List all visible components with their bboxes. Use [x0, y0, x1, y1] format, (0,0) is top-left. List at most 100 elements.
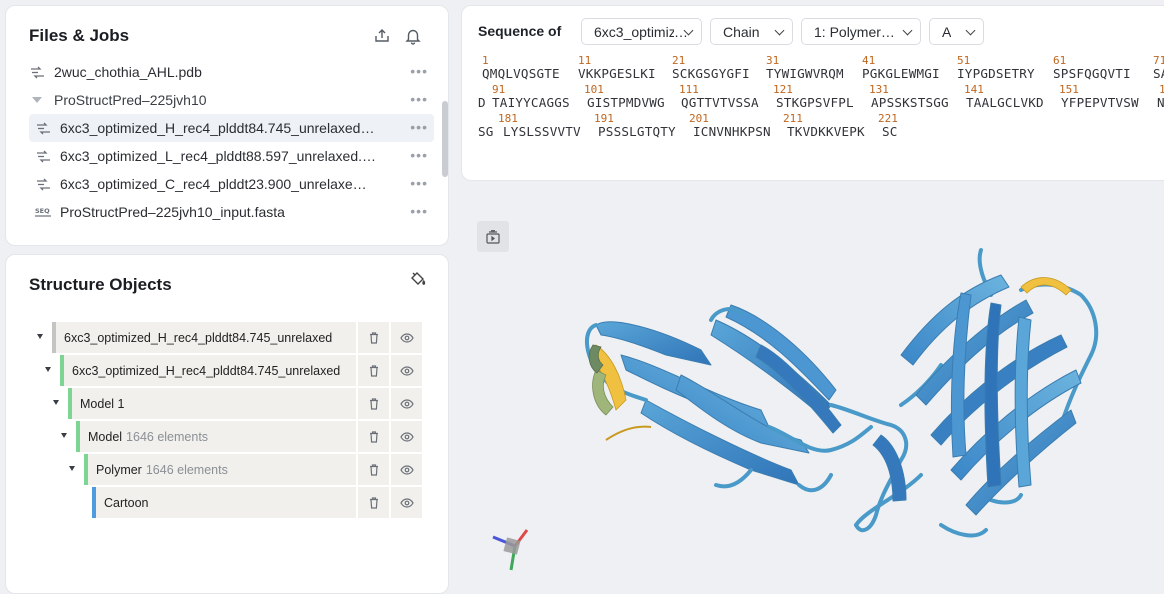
- node-element-count: 1646 elements: [126, 429, 209, 444]
- node-label: Polymer: [96, 462, 142, 477]
- tree-node[interactable]: Cartoon: [92, 487, 356, 518]
- residue-group[interactable]: VKKPGESLKI: [578, 66, 656, 81]
- residue-group[interactable]: PGKGLEWMGI: [862, 66, 940, 81]
- file-item[interactable]: 2wuc_chothia_AHL.pdb •••: [29, 58, 434, 86]
- job-folder[interactable]: ProStructPred–225jvh10 •••: [29, 86, 434, 114]
- residue-group[interactable]: SCKGSGYGFI: [672, 66, 750, 81]
- residue-group[interactable]: PSSSLGTQTY: [598, 124, 676, 139]
- delete-icon[interactable]: [358, 454, 389, 485]
- node-label: Cartoon: [104, 495, 149, 510]
- files-jobs-panel: Files & Jobs 2wuc_chothia_AHL.pdb ••• Pr…: [5, 5, 449, 246]
- caret-down-icon[interactable]: [69, 466, 75, 471]
- eye-icon[interactable]: [391, 388, 422, 419]
- eye-icon[interactable]: [391, 487, 422, 518]
- residue-group[interactable]: TKVDKKVEPK: [787, 124, 865, 139]
- residue-group[interactable]: SPSFQGQVTI: [1053, 66, 1131, 81]
- structure-tree: 6xc3_optimized_H_rec4_plddt84.745_unrela…: [32, 321, 422, 519]
- node-label: Model 1: [80, 396, 125, 411]
- chevron-down-icon: [774, 25, 785, 36]
- node-label: 6xc3_optimized_H_rec4_plddt84.745_unrela…: [64, 330, 333, 345]
- eye-icon[interactable]: [391, 421, 422, 452]
- upload-icon[interactable]: [373, 27, 391, 45]
- eye-icon[interactable]: [391, 454, 422, 485]
- delete-icon[interactable]: [358, 388, 389, 419]
- protein-cartoon-render: [492, 248, 1099, 571]
- eye-icon[interactable]: [391, 355, 422, 386]
- caret-down-icon[interactable]: [61, 433, 67, 438]
- caret-down-icon[interactable]: [37, 334, 43, 339]
- delete-icon[interactable]: [358, 487, 389, 518]
- residue-group[interactable]: TYWIGWVRQM: [766, 66, 844, 81]
- file-list: 2wuc_chothia_AHL.pdb ••• ProStructPred–2…: [29, 58, 434, 226]
- tree-node[interactable]: Polymer 1646 elements: [84, 454, 356, 485]
- caret-down-icon[interactable]: [32, 97, 42, 103]
- node-element-count: 1646 elements: [145, 462, 228, 477]
- structure-select[interactable]: 6xc3_optimized_H_rec4_plddt84.745_unrela…: [581, 18, 702, 45]
- residue-group[interactable]: SG: [478, 124, 494, 139]
- caret-down-icon[interactable]: [45, 367, 51, 372]
- paint-bucket-icon[interactable]: [408, 271, 426, 289]
- delete-icon[interactable]: [358, 421, 389, 452]
- right-domain: [872, 274, 1082, 516]
- delete-icon[interactable]: [358, 322, 389, 353]
- tree-node[interactable]: 6xc3_optimized_H_rec4_plddt84.745_unrela…: [52, 322, 356, 353]
- residue-group[interactable]: QGTTVTVSSA: [681, 95, 759, 110]
- caret-down-icon[interactable]: [53, 400, 59, 405]
- more-options-icon[interactable]: •••: [410, 148, 428, 162]
- entity-select[interactable]: 1: Polymer…: [801, 18, 921, 45]
- tree-node-row[interactable]: Cartoon: [32, 486, 422, 519]
- file-item[interactable]: 6xc3_optimized_H_rec4_plddt84.745_unrela…: [29, 114, 434, 142]
- delete-icon[interactable]: [358, 355, 389, 386]
- structure-icon: [35, 120, 51, 136]
- residue-group[interactable]: SA: [1153, 66, 1164, 81]
- seq-icon: SEQ: [35, 204, 51, 220]
- eye-icon[interactable]: [391, 322, 422, 353]
- residue-group[interactable]: TAIYYCAGGS: [492, 95, 570, 110]
- more-options-icon[interactable]: •••: [410, 92, 428, 106]
- residue-group[interactable]: IYPGDSETRY: [957, 66, 1035, 81]
- residue-group[interactable]: ICNVNHKPSN: [693, 124, 771, 139]
- tree-node-row[interactable]: Model 1: [32, 387, 422, 420]
- structure-3d-viewport[interactable]: [461, 195, 1164, 587]
- structure-panel-title: Structure Objects: [29, 275, 172, 294]
- tree-node-row[interactable]: Model 1646 elements: [32, 420, 422, 453]
- residue-group[interactable]: LYSLSSVVTV: [503, 124, 581, 139]
- file-item[interactable]: SEQ ProStructPred–225jvh10_input.fasta •…: [29, 198, 434, 226]
- more-options-icon[interactable]: •••: [410, 176, 428, 190]
- residue-group[interactable]: QMQLVQSGTE: [482, 66, 560, 81]
- residue-group[interactable]: STKGPSVFPL: [776, 95, 854, 110]
- file-name: 6xc3_optimized_C_rec4_plddt23.900_unrela…: [60, 176, 370, 192]
- file-name: 6xc3_optimized_H_rec4_plddt84.745_unrela…: [60, 120, 376, 136]
- residue-group[interactable]: N: [1157, 95, 1164, 110]
- more-options-icon[interactable]: •••: [410, 120, 428, 134]
- notification-bell-icon[interactable]: [404, 27, 422, 45]
- structure-icon: [35, 176, 51, 192]
- residue-group[interactable]: TAALGCLVKD: [966, 95, 1044, 110]
- chevron-down-icon: [965, 25, 976, 36]
- residue-group[interactable]: D: [478, 95, 486, 110]
- tree-node[interactable]: Model 1646 elements: [76, 421, 356, 452]
- sequence-label: Sequence of: [478, 23, 562, 39]
- residue-group[interactable]: SC: [882, 124, 898, 139]
- tree-node[interactable]: Model 1: [68, 388, 356, 419]
- svg-text:SEQ: SEQ: [35, 207, 50, 215]
- tree-node-row[interactable]: 6xc3_optimized_H_rec4_plddt84.745_unrela…: [32, 354, 422, 387]
- more-options-icon[interactable]: •••: [410, 64, 428, 78]
- job-name: ProStructPred–225jvh10: [54, 92, 207, 108]
- file-item[interactable]: 6xc3_optimized_L_rec4_plddt88.597_unrela…: [29, 142, 434, 170]
- file-item[interactable]: 6xc3_optimized_C_rec4_plddt23.900_unrela…: [29, 170, 434, 198]
- residue-group[interactable]: YFPEPVTVSW: [1061, 95, 1139, 110]
- more-options-icon[interactable]: •••: [410, 204, 428, 218]
- chain-select[interactable]: A: [929, 18, 984, 45]
- file-list-scrollbar[interactable]: [442, 101, 448, 177]
- file-name: ProStructPred–225jvh10_input.fasta: [60, 204, 285, 220]
- residue-group[interactable]: APSSKSTSGG: [871, 95, 949, 110]
- tree-node-row[interactable]: Polymer 1646 elements: [32, 453, 422, 486]
- tree-node[interactable]: 6xc3_optimized_H_rec4_plddt84.745_unrela…: [60, 355, 356, 386]
- node-label: Model: [88, 429, 123, 444]
- file-name: 6xc3_optimized_L_rec4_plddt88.597_unrela…: [60, 148, 376, 164]
- axes-gizmo: [492, 529, 529, 571]
- tree-node-row[interactable]: 6xc3_optimized_H_rec4_plddt84.745_unrela…: [32, 321, 422, 354]
- mode-select[interactable]: Chain: [710, 18, 793, 45]
- residue-group[interactable]: GISTPMDVWG: [587, 95, 665, 110]
